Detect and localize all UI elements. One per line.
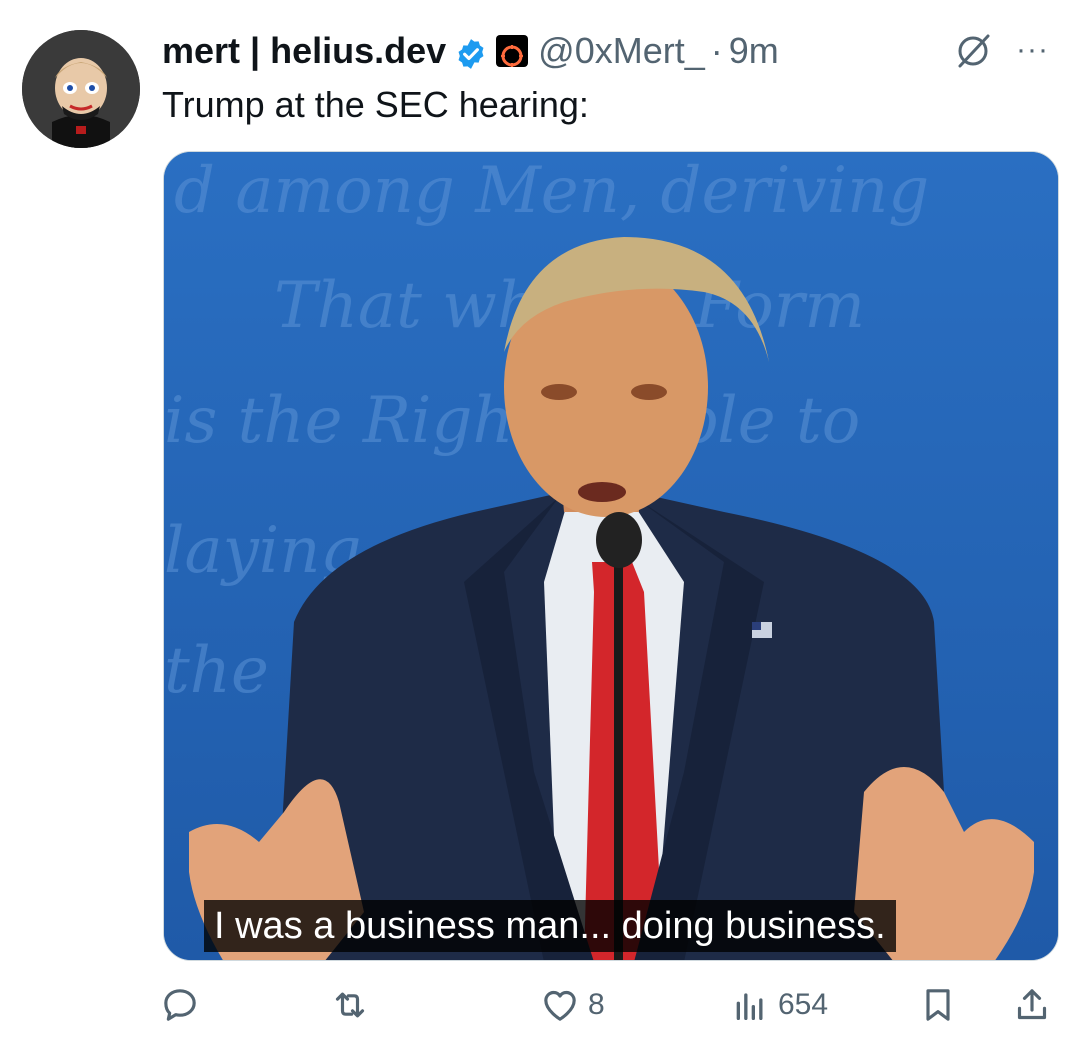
timestamp[interactable]: 9m [729, 26, 779, 76]
views-icon [730, 985, 770, 1025]
like-button[interactable]: 8 [540, 975, 605, 1035]
tweet: mert | helius.dev @0xMert_ · 9m ··· Trum… [0, 0, 1080, 1054]
grok-icon[interactable] [954, 32, 992, 70]
verified-badge-icon [454, 34, 488, 69]
affiliate-badge-icon[interactable] [496, 35, 529, 67]
action-bar: 8 654 [0, 975, 1080, 1035]
heart-icon [540, 985, 580, 1025]
like-count: 8 [588, 988, 605, 1021]
views-count: 654 [778, 988, 829, 1021]
tweet-text: Trump at the SEC hearing: [162, 84, 589, 125]
author-handle[interactable]: @0xMert_ [538, 26, 705, 76]
retweet-button[interactable] [330, 975, 378, 1035]
separator-dot: · [710, 30, 723, 71]
reply-icon [160, 985, 200, 1025]
share-button[interactable] [1012, 975, 1052, 1035]
tweet-header: mert | helius.dev @0xMert_ · 9m [162, 26, 779, 76]
reply-button[interactable] [160, 975, 208, 1035]
background-script-line: d among Men, deriving [174, 154, 929, 228]
bookmark-button[interactable] [918, 975, 958, 1035]
bookmark-icon [918, 985, 958, 1025]
media-image: d among Men, deriving That wh any Form i… [164, 152, 1058, 960]
tweet-media[interactable]: d among Men, deriving That wh any Form i… [163, 151, 1059, 961]
views-button[interactable]: 654 [730, 975, 828, 1035]
video-caption: I was a business man... doing business. [204, 900, 896, 952]
share-icon [1012, 985, 1052, 1025]
more-options-icon[interactable]: ··· [1016, 30, 1049, 70]
retweet-icon [330, 985, 370, 1025]
avatar[interactable] [22, 30, 140, 148]
author-name[interactable]: mert | helius.dev [162, 26, 446, 76]
